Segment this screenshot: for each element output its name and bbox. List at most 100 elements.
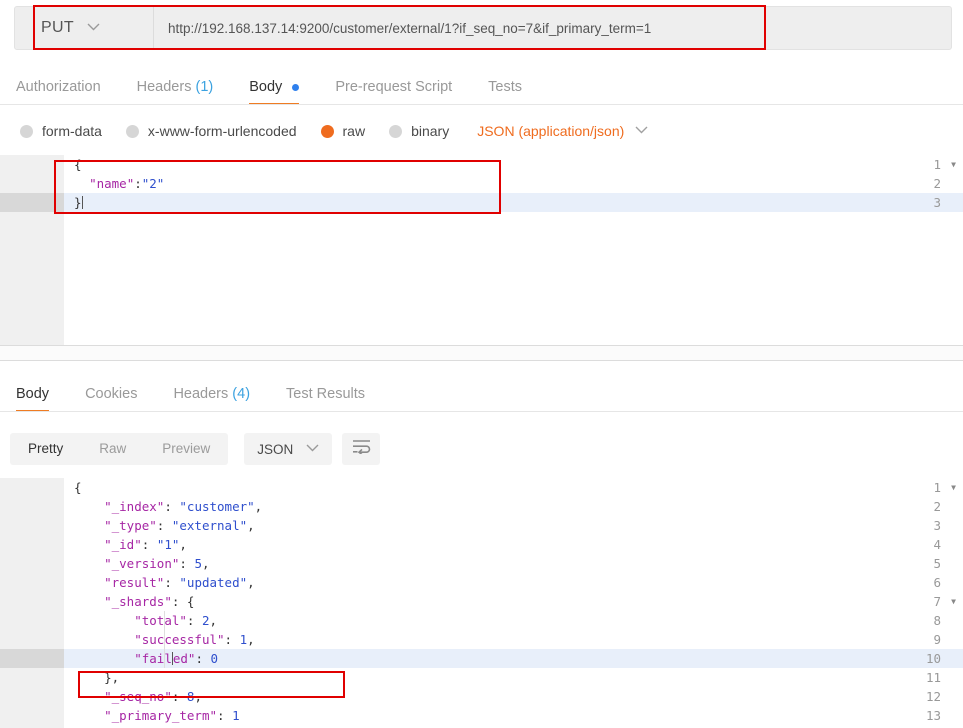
fold-arrow-icon[interactable]: ▼	[951, 592, 956, 611]
fold-arrow-icon[interactable]: ▼	[951, 155, 956, 174]
line-number: 1	[933, 155, 941, 174]
code-line: "name":"2"	[74, 174, 164, 193]
code-line: "_type": "external",	[74, 516, 255, 535]
response-view-mode-group: Pretty Raw Preview	[10, 433, 228, 465]
chevron-down-icon	[87, 23, 100, 34]
tab-authorization-label: Authorization	[16, 79, 101, 95]
tab-body-label: Body	[249, 79, 282, 95]
request-editor-footer	[0, 346, 963, 360]
body-type-raw-label: raw	[343, 123, 366, 139]
line-number: 9	[933, 630, 941, 649]
request-active-line-highlight	[64, 193, 963, 212]
radio-selected-icon	[321, 125, 334, 138]
code-line: "total": 2,	[74, 611, 217, 630]
response-tab-test-results-label: Test Results	[286, 386, 365, 402]
code-line: "successful": 1,	[74, 630, 255, 649]
response-tab-headers-count: (4)	[232, 386, 250, 402]
response-format-label: JSON	[257, 442, 293, 457]
code-line: }	[74, 193, 83, 212]
response-tab-body[interactable]: Body	[16, 386, 49, 412]
code-line: "failed": 0	[74, 649, 218, 668]
chevron-down-icon	[306, 443, 319, 455]
content-type-selector[interactable]: JSON (application/json)	[477, 123, 624, 139]
tab-authorization[interactable]: Authorization	[16, 79, 101, 105]
line-number: 3	[933, 516, 941, 535]
request-url-input-cell[interactable]: http://192.168.137.14:9200/customer/exte…	[154, 7, 951, 49]
code-line: "_seq_no": 8,	[74, 687, 202, 706]
line-number: 10	[926, 649, 941, 668]
response-tab-headers-label: Headers	[173, 386, 228, 402]
request-body-type-row: form-data x-www-form-urlencoded raw bina…	[0, 113, 963, 149]
body-type-urlencoded-label: x-www-form-urlencoded	[148, 123, 297, 139]
request-url-bar-area: PUT http://192.168.137.14:9200/customer/…	[0, 0, 963, 62]
body-type-form-data-label: form-data	[42, 123, 102, 139]
code-line: "_shards": {	[74, 592, 194, 611]
view-mode-pretty[interactable]: Pretty	[10, 433, 81, 465]
radio-icon	[389, 125, 402, 138]
response-body-editor[interactable]: 1 ▼ 2 3 4 5 6 7 ▼ 8 9 10 11 12 13 14 { "…	[0, 478, 963, 728]
request-tabs-divider	[0, 104, 963, 105]
radio-icon	[20, 125, 33, 138]
body-modified-dot-icon	[292, 84, 299, 91]
code-line: {	[74, 155, 82, 174]
code-line: "_version": 5,	[74, 554, 210, 573]
line-number: 2	[933, 174, 941, 193]
body-type-binary[interactable]: binary	[389, 123, 449, 139]
body-type-raw[interactable]: raw	[321, 123, 366, 139]
line-number: 11	[926, 668, 941, 687]
request-gutter-active-line	[0, 193, 64, 212]
line-number: 6	[933, 573, 941, 592]
tab-headers[interactable]: Headers (1)	[137, 79, 214, 105]
response-gutter-active-line	[0, 649, 64, 668]
text-cursor	[82, 196, 83, 209]
body-type-urlencoded[interactable]: x-www-form-urlencoded	[126, 123, 297, 139]
wrap-lines-button[interactable]	[342, 433, 380, 465]
code-line: "result": "updated",	[74, 573, 255, 592]
tab-body[interactable]: Body	[249, 79, 299, 105]
wrap-lines-icon	[352, 439, 371, 459]
code-line: {	[74, 478, 82, 497]
line-number: 2	[933, 497, 941, 516]
response-tab-cookies-label: Cookies	[85, 386, 137, 402]
http-method-label: PUT	[41, 19, 74, 37]
tab-pre-request-script[interactable]: Pre-request Script	[335, 79, 452, 105]
line-number: 13	[926, 706, 941, 725]
code-line: "_primary_term": 1	[74, 706, 240, 725]
request-response-divider[interactable]	[0, 360, 963, 361]
http-method-selector[interactable]: PUT	[15, 7, 154, 49]
radio-icon	[126, 125, 139, 138]
response-tab-headers[interactable]: Headers (4)	[173, 386, 250, 412]
response-format-selector[interactable]: JSON	[244, 433, 332, 465]
request-editor-gutter	[0, 155, 64, 345]
line-number: 4	[933, 535, 941, 554]
body-type-form-data[interactable]: form-data	[20, 123, 102, 139]
line-number: 12	[926, 687, 941, 706]
line-number: 7	[933, 592, 941, 611]
tab-pre-request-script-label: Pre-request Script	[335, 79, 452, 95]
request-tabs: Authorization Headers (1) Body Pre-reque…	[0, 68, 963, 105]
fold-arrow-icon[interactable]: ▼	[951, 478, 956, 497]
line-number: 1	[933, 478, 941, 497]
request-url-bar: PUT http://192.168.137.14:9200/customer/…	[14, 6, 952, 50]
response-editor-gutter	[0, 478, 64, 728]
tab-tests-label: Tests	[488, 79, 522, 95]
code-line: },	[74, 668, 119, 687]
line-number: 5	[933, 554, 941, 573]
view-mode-raw[interactable]: Raw	[81, 433, 144, 465]
response-tab-cookies[interactable]: Cookies	[85, 386, 137, 412]
request-body-editor[interactable]: 1 ▼ 2 3 { "name":"2" }	[0, 155, 963, 345]
chevron-down-icon[interactable]	[635, 125, 648, 137]
response-tab-body-label: Body	[16, 386, 49, 402]
line-number: 3	[933, 193, 941, 212]
view-mode-preview[interactable]: Preview	[144, 433, 228, 465]
response-tabs: Body Cookies Headers (4) Test Results	[0, 375, 963, 412]
response-tabs-divider	[0, 411, 963, 412]
request-url-input[interactable]: http://192.168.137.14:9200/customer/exte…	[168, 21, 651, 36]
tab-headers-count: (1)	[195, 79, 213, 95]
tab-tests[interactable]: Tests	[488, 79, 522, 105]
body-type-binary-label: binary	[411, 123, 449, 139]
response-toolbar: Pretty Raw Preview JSON	[0, 425, 963, 473]
postman-window: PUT http://192.168.137.14:9200/customer/…	[0, 0, 963, 728]
response-tab-test-results[interactable]: Test Results	[286, 386, 365, 412]
line-number: 8	[933, 611, 941, 630]
